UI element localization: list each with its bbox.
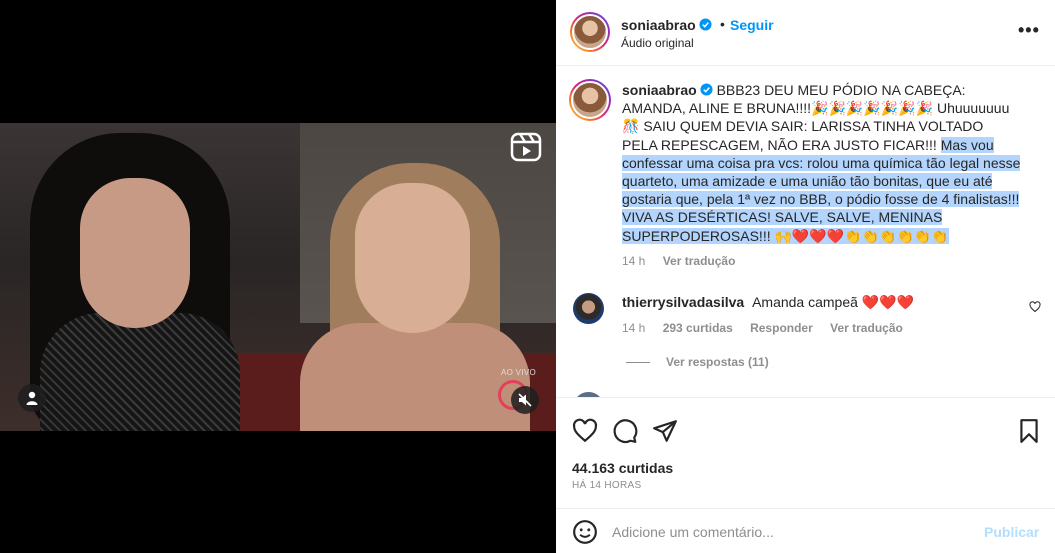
audio-link[interactable]: Áudio original: [621, 36, 694, 50]
bookmark-icon[interactable]: [1016, 418, 1042, 444]
video-person-left-body: [40, 313, 240, 431]
caption-translate-link[interactable]: Ver tradução: [663, 254, 736, 268]
avatar[interactable]: [569, 79, 611, 121]
comment-likes[interactable]: 293 curtidas: [663, 321, 733, 335]
post-actions: 44.163 curtidas HÁ 14 HORAS: [556, 397, 1055, 497]
caption-time[interactable]: 14 h: [622, 254, 645, 268]
post-caption: soniaabrao BBB23 DEU MEU PÓDIO NA CABEÇA…: [622, 81, 1022, 245]
post-panel: soniaabrao • Seguir Áudio original ••• s…: [556, 0, 1055, 553]
media-pane: AO VIVO: [0, 0, 556, 553]
emoji-smile-icon[interactable]: [572, 519, 598, 545]
avatar[interactable]: [570, 12, 610, 52]
replies-divider: [626, 362, 650, 363]
volume-muted-icon: [518, 393, 532, 407]
heart-icon[interactable]: [572, 418, 598, 444]
paper-plane-icon[interactable]: [652, 418, 678, 444]
caption-username[interactable]: soniaabrao: [622, 82, 697, 98]
view-replies-link[interactable]: Ver respostas (11): [666, 355, 769, 369]
comment-time[interactable]: 14 h: [622, 321, 645, 335]
comment-composer: Publicar: [556, 508, 1055, 553]
post-timestamp[interactable]: HÁ 14 HORAS: [572, 480, 641, 491]
comment-translate-link[interactable]: Ver tradução: [830, 321, 903, 335]
follow-button[interactable]: Seguir: [730, 17, 774, 33]
author-username-text[interactable]: soniaabrao: [621, 17, 696, 33]
video-person-left-face: [80, 178, 190, 328]
likes-count[interactable]: 44.163 curtidas: [572, 460, 673, 476]
author-username[interactable]: soniaabrao: [621, 17, 712, 33]
publish-button[interactable]: Publicar: [984, 524, 1039, 540]
user-tag-icon: [26, 391, 38, 405]
video-player[interactable]: [0, 123, 556, 431]
more-options-button[interactable]: •••: [1018, 20, 1040, 41]
verified-badge-icon: [700, 83, 713, 96]
video-person-right-face: [355, 183, 470, 333]
comment-body: Amanda campeã ❤️❤️❤️: [752, 294, 915, 310]
live-label: AO VIVO: [501, 368, 536, 377]
comment-username[interactable]: thierrysilvadasilva: [622, 294, 744, 310]
comment-input[interactable]: [612, 517, 972, 547]
comment-like-icon[interactable]: [1029, 301, 1041, 313]
video-person-right-body: [300, 323, 530, 431]
comment-bubble-icon[interactable]: [612, 418, 638, 444]
comment-meta: 14 h 293 curtidas Responder Ver tradução: [622, 321, 917, 335]
comment-reply-link[interactable]: Responder: [750, 321, 813, 335]
reel-icon: [510, 132, 542, 162]
comments-section[interactable]: soniaabrao BBB23 DEU MEU PÓDIO NA CABEÇA…: [556, 67, 1055, 397]
verified-badge-icon: [699, 18, 712, 31]
post-header: soniaabrao • Seguir Áudio original •••: [556, 0, 1055, 66]
user-tag-button[interactable]: [18, 384, 46, 412]
mute-button[interactable]: [511, 386, 539, 414]
separator-dot: •: [720, 16, 725, 32]
avatar[interactable]: [573, 293, 604, 324]
comment-text: thierrysilvadasilva Amanda campeã ❤️❤️❤️: [622, 294, 914, 311]
caption-meta: 14 h Ver tradução: [622, 254, 749, 268]
